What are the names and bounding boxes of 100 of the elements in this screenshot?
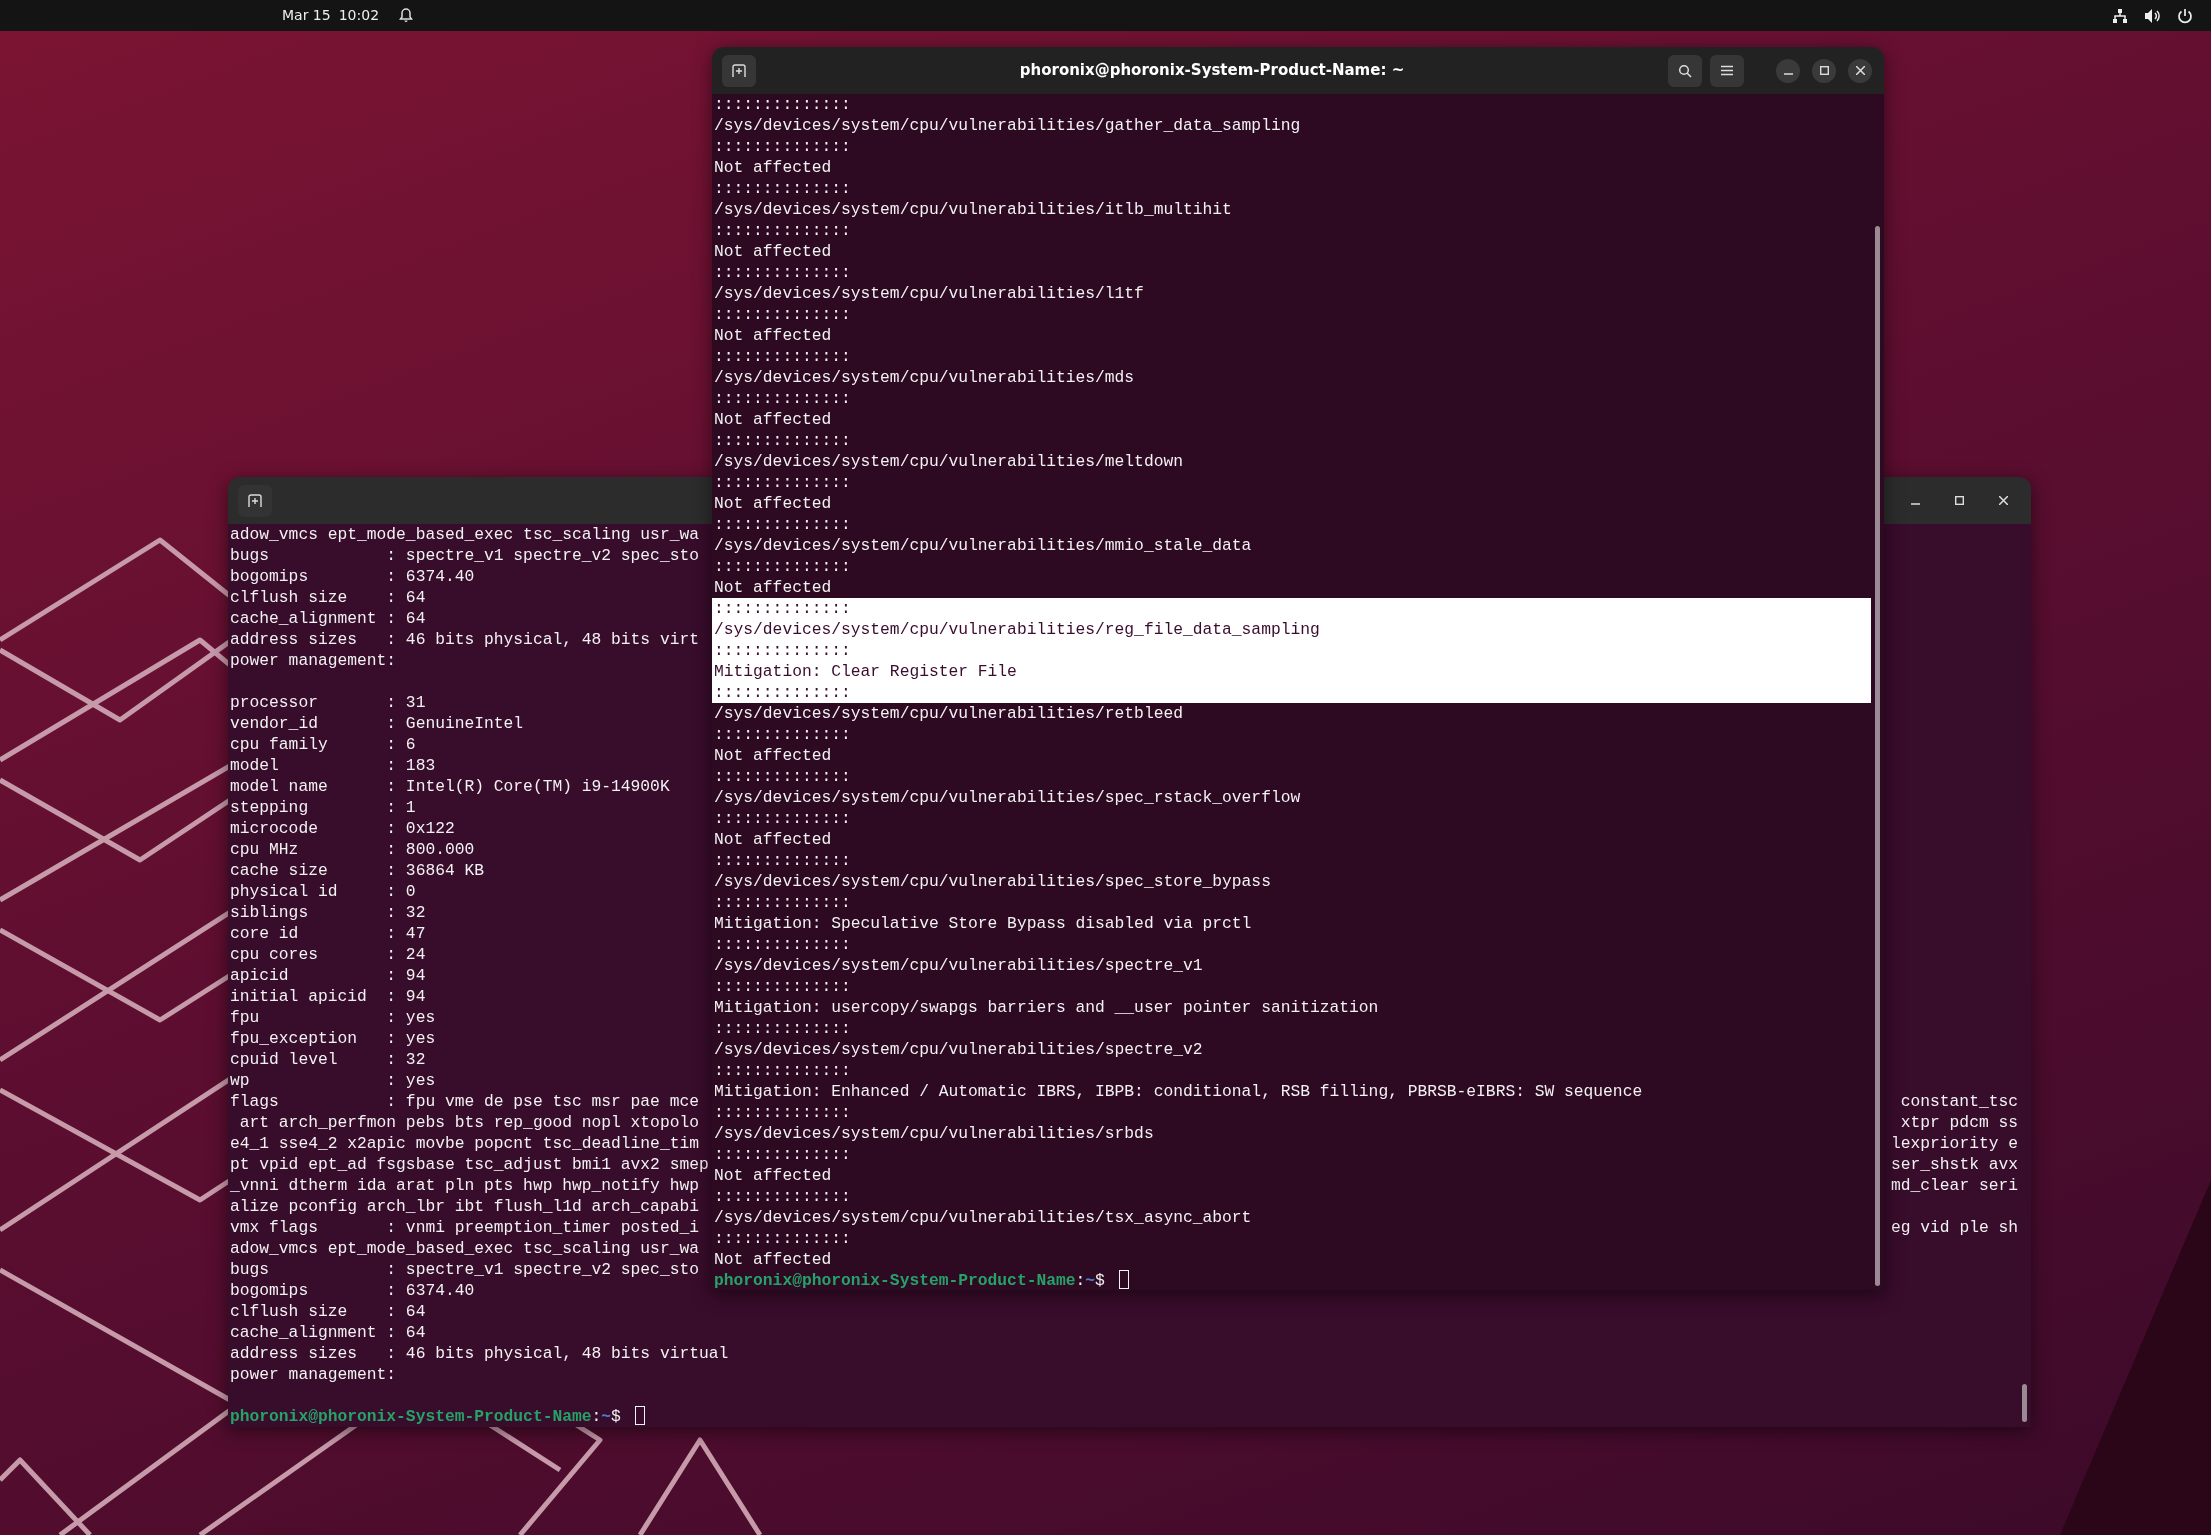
terminal-line: initial apicid : 94 [229,986,426,1007]
menu-icon [1721,65,1733,76]
search-icon [1678,63,1692,78]
terminal-line: /sys/devices/system/cpu/vulnerabilities/meltdown [713,451,1184,472]
terminal-line: :::::::::::::: [713,1144,852,1165]
terminal-line: Not affected [713,1249,833,1270]
terminal-line: adow_vmcs ept_mode_based_exec tsc_scaling usr_wa [229,524,699,545]
terminal-line: /sys/devices/system/cpu/vulnerabilities/mmio_stale_data [713,535,1253,556]
terminal-line: cache_alignment : 64 [229,608,426,629]
terminal-line: bugs : spectre_v1 spectre_v2 spec_sto [229,1259,699,1280]
terminal-line: cache_alignment : 64 [229,1322,426,1343]
minimize-icon [1783,73,1793,75]
close-button[interactable] [1848,58,1872,83]
scrollbar[interactable] [2022,1384,2027,1422]
terminal-line: Not affected [713,745,833,766]
menu-button[interactable] [1710,54,1744,87]
window-title: phoronix@phoronix-System-Product-Name: ~ [1019,60,1405,82]
terminal-line: /sys/devices/system/cpu/vulnerabilities/spec_store_bypass [713,871,1272,892]
terminal-line: :::::::::::::: [713,220,852,241]
terminal-line: /sys/devices/system/cpu/vulnerabilities/spec_rstack_overflow [713,787,1302,808]
terminal-line: Not affected [713,493,833,514]
terminal-line: /sys/devices/system/cpu/vulnerabilities/itlb_multihit [713,199,1233,220]
new-tab-icon [248,493,262,508]
close-icon [1998,496,2008,505]
prompt-line: phoronix@phoronix-System-Product-Name:~$ [228,1406,2018,1427]
terminal-line: address sizes : 46 bits physical, 48 bits virt [229,629,699,650]
terminal-line: /sys/devices/system/cpu/vulnerabilities/spectre_v2 [713,1039,1204,1060]
terminal-line: cpuid level : 32 [229,1049,426,1070]
terminal-line: ser_shstk avx [1891,1154,2018,1175]
terminal-line: :::::::::::::: [713,1186,852,1207]
terminal-line: :::::::::::::: [713,178,852,199]
new-tab-button[interactable] [238,484,272,517]
terminal-line: pt vpid ept_ad fsgsbase tsc_adjust bmi1 avx2 smep [229,1154,709,1175]
terminal-line: cpu cores : 24 [229,944,426,965]
clock-text[interactable]: 10:02 [338,5,380,26]
terminal-line: :::::::::::::: [713,262,852,283]
speaker-icon[interactable] [2144,7,2161,24]
terminal-line: /sys/devices/system/cpu/vulnerabilities/gather_data_sampling [713,115,1302,136]
terminal-line: :::::::::::::: [713,346,852,367]
terminal-line: bugs : spectre_v1 spectre_v2 spec_sto [229,545,699,566]
terminal-line: power management: [229,650,397,671]
terminal-line: _vnni dtherm ida arat pln pts hwp hwp_notify hwp [229,1175,699,1196]
terminal-line: :::::::::::::: [713,808,852,829]
terminal-line: :::::::::::::: [713,724,852,745]
terminal-line: :::::::::::::: [713,94,852,115]
terminal-line: :::::::::::::: [713,388,852,409]
terminal-line: adow_vmcs ept_mode_based_exec tsc_scaling usr_wa [229,1238,699,1259]
terminal-line: Mitigation: Enhanced / Automatic IBRS, IBPB: conditional, RSB filling, PBRSB-eIBRS: SW sequence [713,1081,1644,1102]
terminal-line: md_clear seri [1891,1175,2018,1196]
terminal-line: Not affected [713,157,833,178]
network-icon[interactable] [2112,7,2128,24]
terminal-line: art arch_perfmon pebs bts rep_good nopl xtopolo [238,1112,699,1133]
terminal-line: :::::::::::::: [713,934,852,955]
terminal-line: Not affected [713,577,833,598]
terminal-line: /sys/devices/system/cpu/vulnerabilities/srbds [713,1123,1155,1144]
terminal-line: fpu_exception : yes [229,1028,436,1049]
terminal-line: cpu family : 6 [229,734,416,755]
terminal-line: core id : 47 [229,923,426,944]
terminal-line: :::::::::::::: [713,1102,852,1123]
cursor [634,1406,645,1425]
terminal-line: Mitigation: usercopy/swapgs barriers and __user pointer sanitization [713,997,1380,1018]
terminal-line: :::::::::::::: [713,136,852,157]
terminal-line: vendor_id : GenuineIntel [229,713,524,734]
terminal-line: cache size : 36864 KB [229,860,485,881]
power-icon[interactable] [2177,7,2193,24]
terminal-line: /sys/devices/system/cpu/vulnerabilities/l1tf [713,283,1145,304]
terminal-line: physical id : 0 [229,881,416,902]
minimize-button[interactable] [1776,58,1800,83]
terminal-line: :::::::::::::: [713,1228,852,1249]
terminal-line: power management: [229,1364,397,1385]
terminal-line: Not affected [713,1165,833,1186]
terminal-line: :::::::::::::: [713,472,852,493]
terminal-line: :::::::::::::: [713,430,852,451]
terminal-line: clflush size : 64 [229,1301,426,1322]
date-text[interactable]: Mar 15 [282,5,331,26]
scrollbar[interactable] [1875,226,1880,1286]
terminal-line: /sys/devices/system/cpu/vulnerabilities/mds [713,367,1136,388]
terminal-line: alize pconfig arch_lbr ibt flush_l1d arch_capabi [229,1196,699,1217]
terminal-line: :::::::::::::: [713,892,852,913]
terminal-line: Not affected [713,241,833,262]
terminal-line: vmx flags : vnmi preemption_timer posted_i [229,1217,699,1238]
terminal-line: Not affected [713,829,833,850]
terminal-line: bogomips : 6374.40 [229,1280,475,1301]
terminal-line: lexpriority e [1891,1133,2018,1154]
bell-icon[interactable] [399,8,414,23]
terminal-line: :::::::::::::: [713,850,852,871]
terminal-line: :::::::::::::: [713,304,852,325]
terminal-line: processor : 31 [229,692,426,713]
terminal-line: /sys/devices/system/cpu/vulnerabilities/spectre_v1 [713,955,1204,976]
terminal-line: cpu MHz : 800.000 [229,839,475,860]
minimize-icon [1910,503,1920,505]
maximize-button[interactable] [1812,58,1836,83]
terminal-line: :::::::::::::: [713,766,852,787]
search-button[interactable] [1668,54,1702,87]
terminal-line: Not affected [713,325,833,346]
terminal-line: bogomips : 6374.40 [229,566,475,587]
terminal-line: constant_tsc [1900,1091,2018,1112]
new-tab-button[interactable] [722,54,756,87]
terminal-line: :::::::::::::: [713,976,852,997]
cursor [1118,1270,1129,1289]
